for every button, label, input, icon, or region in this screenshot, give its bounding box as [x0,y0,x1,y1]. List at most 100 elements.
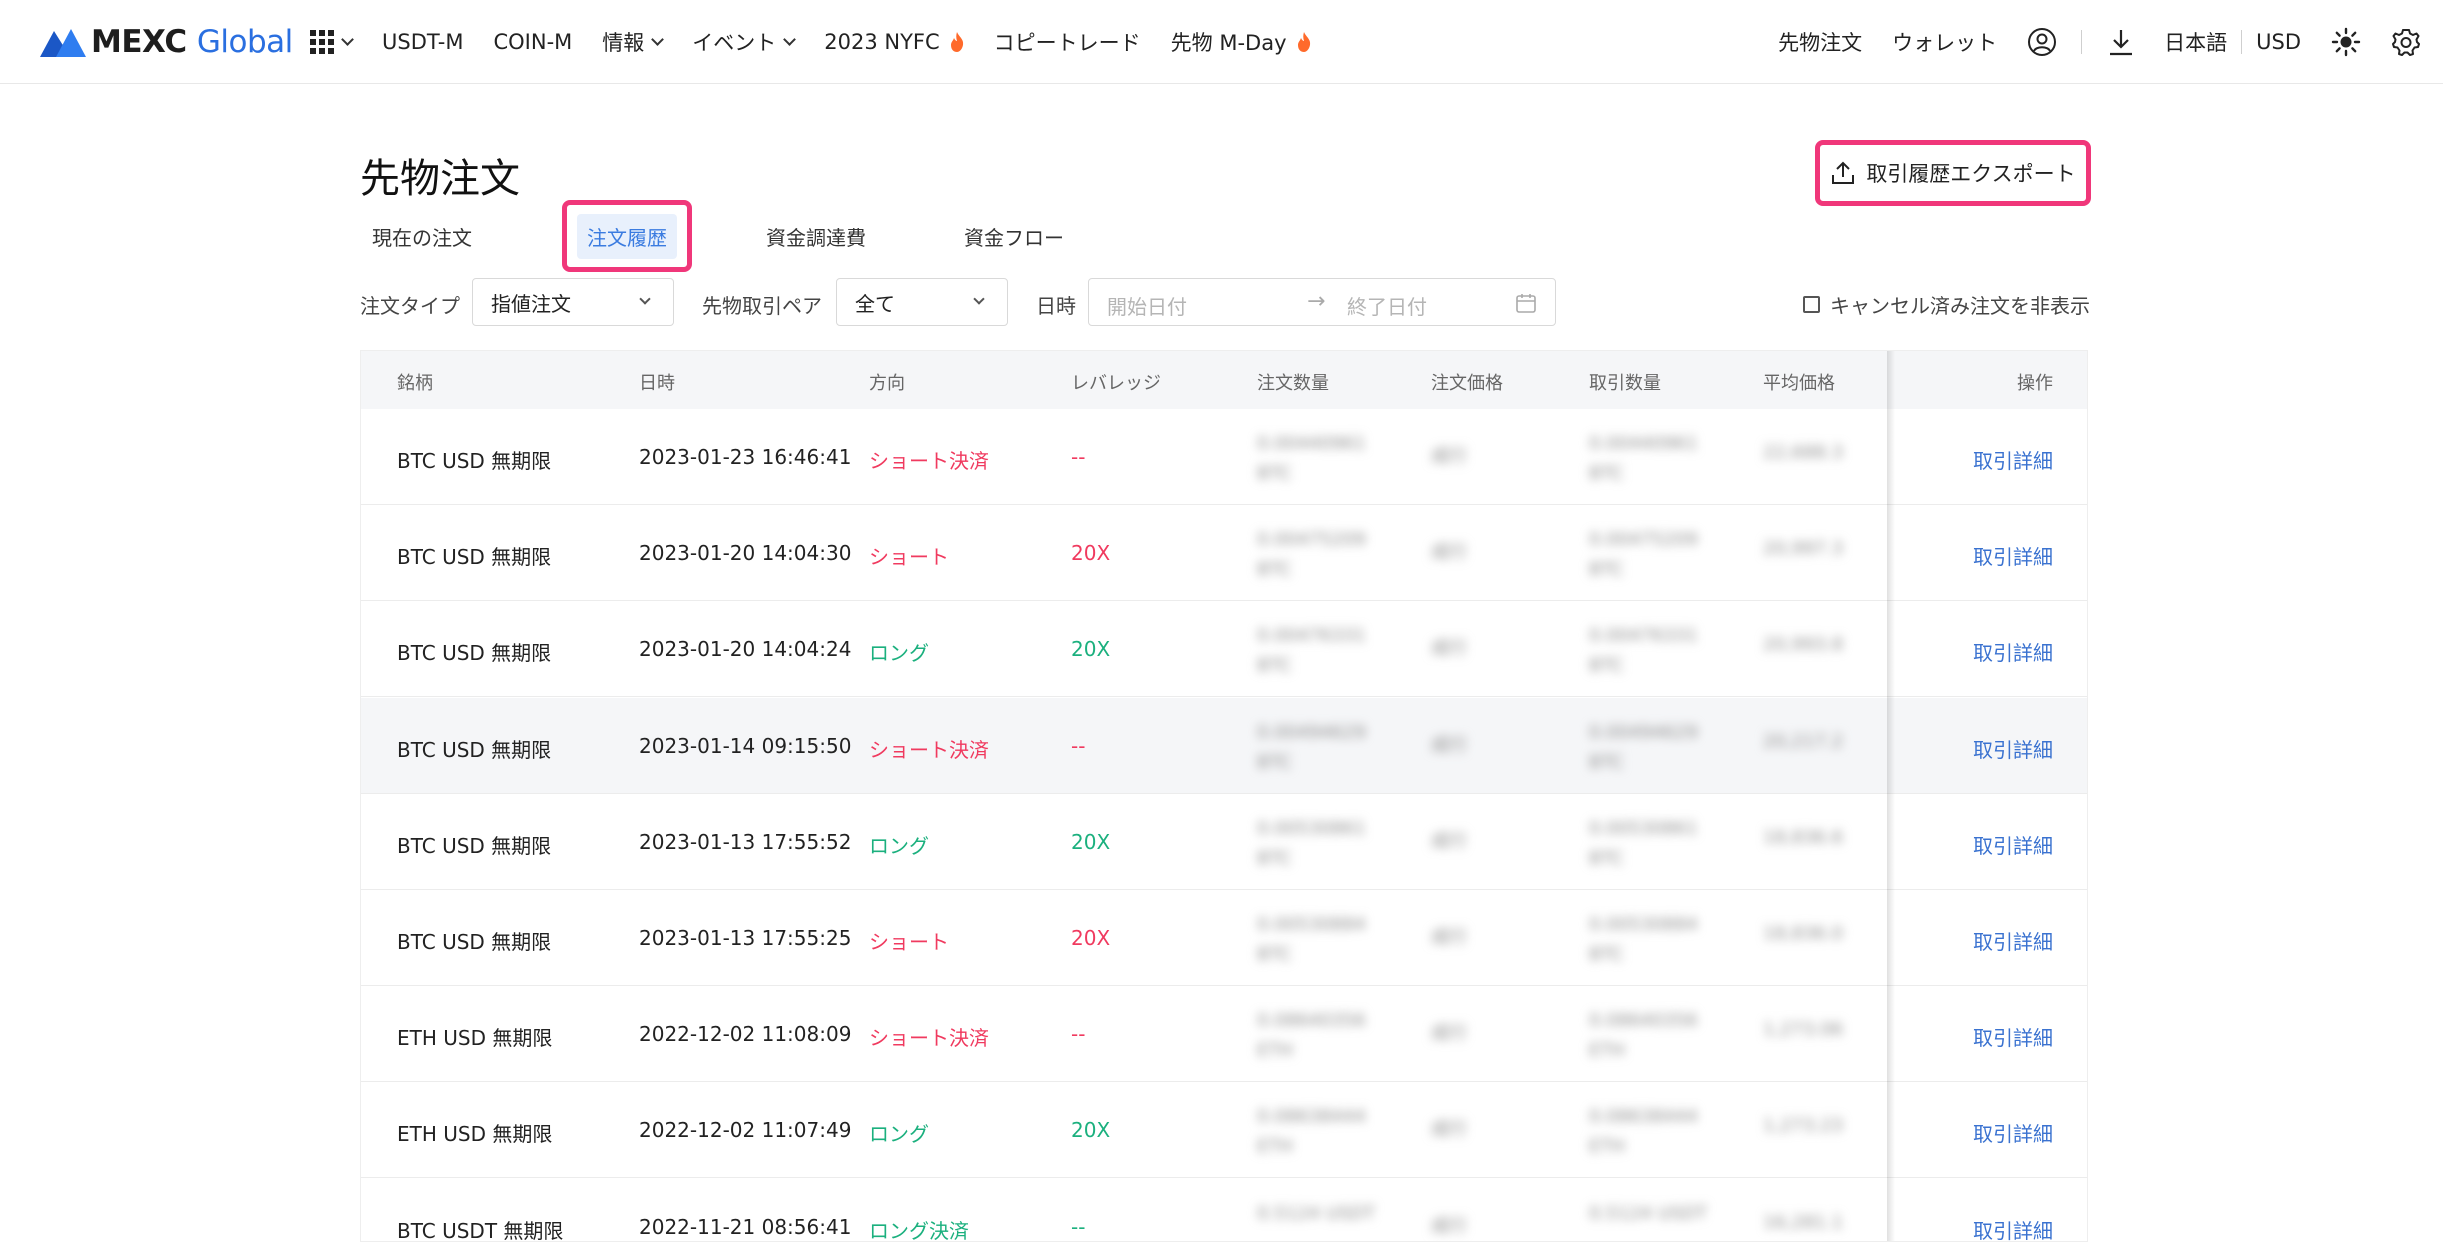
nav-wallet[interactable]: ウォレット [1892,27,1997,57]
cell-side: ショート [869,930,949,954]
trade-detail-link[interactable]: 取引詳細 [1973,1215,2053,1241]
hide-cancelled-label: キャンセル済み注文を非表示 [1830,294,2090,318]
cell-order-price: 成行 [1431,638,1467,660]
table-row: BTC USD 無期限 2023-01-23 16:46:41 ショート決済 -… [361,409,2087,505]
tab-funding-fees[interactable]: 資金調達費 [766,222,866,251]
cell-side: ロング [869,1122,929,1147]
mexc-logo-icon [40,29,86,57]
cell-avg-price: 22,688.3 [1763,442,1844,463]
col-time: 日時 [639,373,675,394]
start-date-input[interactable]: 開始日付 [1107,291,1187,320]
nav-coin-m[interactable]: COIN-M [493,30,572,54]
nav-usdt-m[interactable]: USDT-M [382,30,463,54]
cell-leverage: -- [1071,733,1086,758]
nav-nyfc[interactable]: 2023 NYFC [824,30,963,54]
trade-detail-link[interactable]: 取引詳細 [1973,926,2053,955]
language-selector[interactable]: 日本語 [2164,27,2227,57]
cell-filled-qty: 0.5124 USDT [1589,1202,1708,1224]
cell-order-price: 成行 [1431,1023,1467,1045]
trade-detail-link[interactable]: 取引詳細 [1973,541,2053,570]
trade-detail-link[interactable]: 取引詳細 [1973,734,2053,763]
cell-symbol: ETH USD 無期限 [397,1122,553,1147]
tab-fund-flow[interactable]: 資金フロー [964,222,1064,251]
cell-time: 2023-01-23 16:46:41 [639,445,852,469]
cell-time: 2023-01-20 14:04:30 [639,541,852,566]
cell-filled-qty: 0.00476331 BTC [1589,625,1698,677]
logo[interactable]: MEXC Global [38,22,293,62]
account-button[interactable] [2027,27,2057,57]
cell-symbol: BTC USD 無期限 [397,641,552,666]
cell-side: ロング [869,641,929,666]
cell-order-price: 成行 [1431,734,1467,756]
cell-leverage: -- [1071,445,1086,469]
cell-symbol: ETH USD 無期限 [397,1026,553,1051]
col-side: 方向 [869,373,905,394]
col-symbol: 銘柄 [397,373,433,394]
pair-select[interactable]: 全て [836,278,1008,326]
order-history-table: 銘柄 日時 方向 レバレッジ 注文数量 注文価格 取引数量 平均価格 操作 BT… [360,350,2088,1242]
trade-detail-link[interactable]: 取引詳細 [1973,1022,2053,1051]
divider [2241,30,2243,54]
tab-open-orders[interactable]: 現在の注文 [372,222,472,251]
end-date-input[interactable]: 終了日付 [1347,291,1427,320]
cell-avg-price: 18,836.6 [1763,826,1844,848]
theme-toggle[interactable] [2331,27,2361,57]
nav-info[interactable]: 情報 [602,27,665,57]
trade-detail-link[interactable]: 取引詳細 [1973,1118,2053,1147]
order-type-value: 指値注文 [491,291,571,316]
filter-bar: 注文タイプ 指値注文 先物取引ペア 全て 日時 開始日付 → 終了日付 キャンセ… [360,278,2090,328]
trade-detail-link[interactable]: 取引詳細 [1973,830,2053,859]
fixed-column-shadow [1887,351,1895,1241]
cell-side: ショート決済 [869,449,989,473]
cell-order-qty: 0.08638444 ETH [1257,1106,1366,1158]
cell-avg-price: 16,281.1 [1763,1211,1844,1233]
chevron-down-icon [639,293,651,305]
cell-order-qty: 0.00476331 BTC [1257,625,1366,677]
currency-selector[interactable]: USD [2256,30,2301,54]
export-label: 取引履歴エクスポート [1866,162,2076,186]
cell-avg-price: 1,273.06 [1763,1019,1844,1041]
top-navigation: MEXC Global USDT-M COIN-M 情報 イベント 2023 N… [0,0,2443,84]
tab-order-history[interactable]: 注文履歴 [562,200,692,272]
nav-futures-orders[interactable]: 先物注文 [1778,27,1862,57]
cell-order-price: 成行 [1431,1215,1467,1237]
table-row: BTC USD 無期限 2023-01-13 17:55:52 ロング 20X … [361,793,2087,890]
cell-filled-qty: 0.00530884 BTC [1589,914,1698,965]
table-row: BTC USD 無期限 2023-01-13 17:55:25 ショート 20X… [361,890,2087,986]
cell-time: 2023-01-13 17:55:25 [639,926,852,950]
nav-events[interactable]: イベント [692,27,797,57]
cell-symbol: BTC USDT 無期限 [397,1218,564,1242]
cell-order-qty: 0.08640356 ETH [1257,1010,1366,1062]
cell-avg-price: 20,217.2 [1763,730,1844,752]
date-label: 日時 [1036,294,1076,318]
date-range-picker[interactable]: 開始日付 → 終了日付 [1088,278,1556,326]
cell-leverage: 20X [1071,829,1111,854]
chevron-down-icon [651,32,665,46]
gear-icon [2392,29,2420,56]
hide-cancelled-toggle[interactable]: キャンセル済み注文を非表示 [1803,290,2090,319]
hide-cancelled-checkbox[interactable] [1803,296,1820,313]
table-row: BTC USD 無期限 2023-01-20 14:04:24 ロング 20X … [361,601,2087,698]
table-row: BTC USD 無期限 2023-01-20 14:04:30 ショート 20X… [361,505,2087,602]
col-order-qty: 注文数量 [1257,373,1329,394]
col-filled-qty: 取引数量 [1589,373,1661,394]
download-button[interactable] [2108,28,2134,56]
apps-menu[interactable] [310,30,354,54]
nav-copy-trade[interactable]: コピートレード [994,27,1141,57]
table-row: ETH USD 無期限 2022-12-02 11:08:09 ショート決済 -… [361,986,2087,1083]
cell-filled-qty: 0.00440961 BTC [1589,433,1698,484]
chevron-down-icon [783,32,797,46]
settings-button[interactable] [2391,27,2421,57]
export-history-button[interactable]: 取引履歴エクスポート [1815,140,2091,206]
cell-avg-price: 18,836.0 [1763,923,1844,944]
cell-order-price: 成行 [1431,927,1467,948]
cell-time: 2023-01-13 17:55:52 [639,829,852,854]
cell-leverage: 20X [1071,926,1111,950]
cell-side: ショート [869,545,949,570]
cell-leverage: -- [1071,1214,1086,1239]
download-icon [2110,30,2133,56]
trade-detail-link[interactable]: 取引詳細 [1973,445,2053,474]
trade-detail-link[interactable]: 取引詳細 [1973,637,2053,666]
order-type-select[interactable]: 指値注文 [472,278,674,326]
nav-mday[interactable]: 先物 M-Day [1171,27,1311,57]
